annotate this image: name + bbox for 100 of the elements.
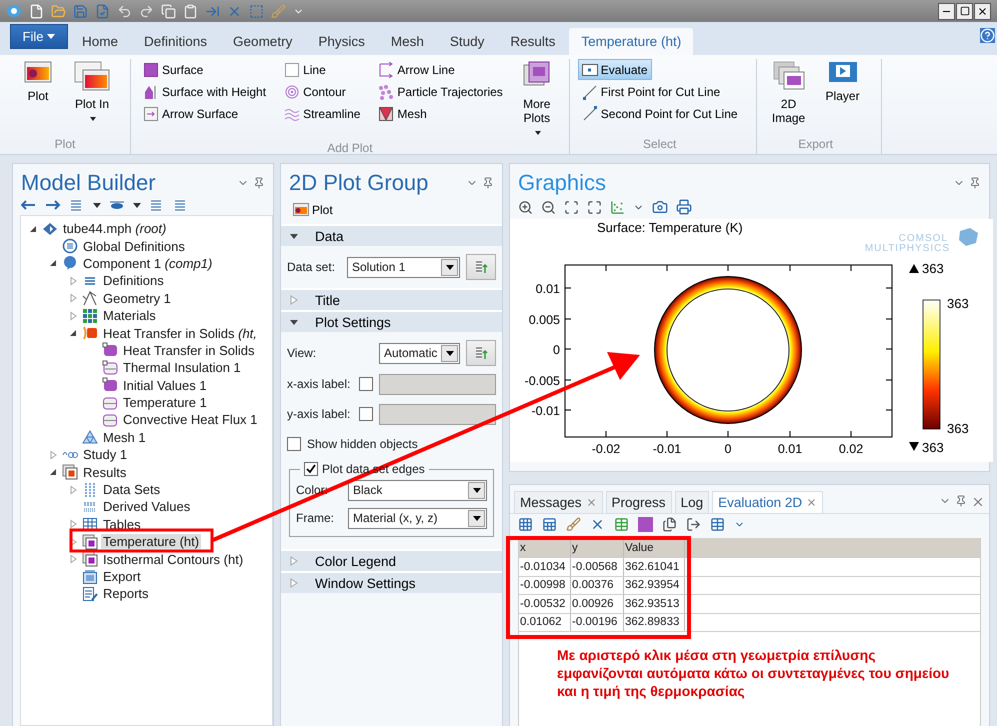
pin-icon[interactable]: [969, 177, 981, 189]
print-icon[interactable]: [676, 199, 692, 215]
close-icon[interactable]: [971, 495, 985, 509]
tree-item[interactable]: Export: [101, 569, 143, 584]
ribbon-tab[interactable]: Definitions: [132, 28, 220, 55]
dropdown-field[interactable]: Automatic: [379, 342, 460, 364]
tree-item[interactable]: Isothermal Contours (ht): [101, 552, 246, 567]
ribbon-button[interactable]: Line: [280, 59, 330, 80]
tree-item[interactable]: Mesh 1: [101, 430, 148, 445]
tree-item[interactable]: Component 1 (comp1): [81, 256, 214, 271]
back-arrow-icon[interactable]: [21, 199, 37, 211]
copy-icon[interactable]: [161, 4, 176, 18]
tree-item[interactable]: Derived Values: [101, 499, 192, 514]
file-menu-button[interactable]: File: [10, 24, 68, 49]
minimize-button[interactable]: [938, 2, 955, 20]
ribbon-tab[interactable]: Mesh: [378, 28, 436, 55]
copy-icon[interactable]: [662, 517, 677, 532]
zoom-box-icon[interactable]: [564, 200, 579, 214]
output-tab[interactable]: Messages: [514, 491, 603, 513]
plot-button[interactable]: Plot: [289, 199, 337, 220]
column-header[interactable]: y: [571, 538, 624, 557]
undo-icon[interactable]: [117, 4, 132, 18]
delete-icon[interactable]: [590, 517, 605, 532]
ribbon-button[interactable]: Surface: [139, 59, 208, 80]
ribbon-button[interactable]: Surface with Height: [139, 81, 270, 102]
ribbon-tab[interactable]: Physics: [306, 28, 377, 55]
tree-item[interactable]: Data Sets: [101, 482, 162, 498]
ribbon-button[interactable]: 2D Image: [764, 59, 813, 137]
tree-item[interactable]: Thermal Insulation 1: [121, 360, 243, 376]
new-file-icon[interactable]: [29, 4, 44, 18]
tree-item[interactable]: Heat Transfer in Solids: [121, 342, 257, 358]
brush-icon[interactable]: [566, 517, 581, 532]
table-icon[interactable]: [614, 517, 629, 532]
section-header[interactable]: Title: [281, 288, 502, 310]
tree-item[interactable]: Heat Transfer in Solids (ht,: [101, 326, 259, 341]
ribbon-tab[interactable]: Home: [70, 28, 130, 55]
tree-item[interactable]: tube44.mph (root): [61, 221, 168, 236]
section-header[interactable]: Data: [281, 224, 502, 246]
refresh-button[interactable]: [466, 254, 496, 280]
ribbon-button[interactable]: Particle Trajectories: [374, 81, 507, 102]
color-square-icon[interactable]: [638, 517, 653, 532]
forward-arrow-icon[interactable]: [45, 199, 61, 211]
checkbox[interactable]: [304, 462, 318, 476]
close-icon[interactable]: [806, 497, 818, 508]
ribbon-button[interactable]: More Plots: [512, 59, 561, 141]
ribbon-button[interactable]: Arrow Surface: [139, 103, 242, 124]
zoom-extents-icon[interactable]: [587, 200, 602, 214]
zoom-out-icon[interactable]: [541, 200, 556, 214]
output-tab[interactable]: Log: [674, 491, 710, 513]
open-folder-icon[interactable]: [51, 4, 66, 18]
ribbon-button[interactable]: Plot In: [68, 59, 116, 137]
export-icon[interactable]: [686, 517, 701, 532]
pin-icon[interactable]: [482, 177, 494, 189]
refresh-button[interactable]: [466, 340, 496, 366]
checkbox[interactable]: [359, 407, 373, 421]
tree-item[interactable]: Geometry 1: [101, 290, 173, 306]
table-icon[interactable]: [710, 517, 725, 532]
maximize-button[interactable]: [956, 2, 973, 20]
ribbon-button[interactable]: Evaluate: [578, 59, 652, 80]
section-header[interactable]: Plot Settings: [281, 310, 502, 332]
tree-item[interactable]: Global Definitions: [81, 238, 187, 254]
close-icon[interactable]: [586, 497, 597, 508]
camera-icon[interactable]: [652, 199, 668, 215]
dropdown-field[interactable]: Solution 1: [347, 256, 460, 278]
close-button[interactable]: [974, 2, 991, 20]
tree-item[interactable]: Temperature (ht): [101, 534, 202, 550]
ribbon-button[interactable]: Second Point for Cut Line: [578, 103, 742, 124]
checkbox[interactable]: [287, 437, 301, 451]
section-header[interactable]: Color Legend: [281, 549, 502, 571]
column-header[interactable]: Value: [624, 538, 685, 557]
ribbon-tab[interactable]: Temperature (ht): [569, 28, 694, 55]
ribbon-button[interactable]: Arrow Line: [374, 59, 459, 80]
tree-item[interactable]: Definitions: [101, 273, 166, 288]
ribbon-button[interactable]: Plot: [14, 59, 62, 137]
paste-icon[interactable]: [183, 4, 198, 18]
column-header[interactable]: x: [519, 538, 571, 557]
point-grid-icon[interactable]: [518, 517, 533, 532]
tree-item[interactable]: Study 1: [81, 447, 130, 462]
zoom-in-icon[interactable]: [518, 200, 533, 214]
ribbon-tab[interactable]: Geometry: [221, 28, 304, 55]
redo-icon[interactable]: [139, 4, 154, 18]
axis-icon[interactable]: [610, 200, 625, 214]
pin-icon[interactable]: [955, 495, 967, 507]
tree-item[interactable]: Convective Heat Flux 1: [121, 412, 260, 428]
ribbon-button[interactable]: Mesh: [374, 103, 431, 124]
ribbon-button[interactable]: Player: [818, 59, 867, 137]
dropdown-field[interactable]: Material (x, y, z): [348, 508, 487, 528]
output-tab[interactable]: Progress: [606, 491, 672, 513]
help-icon[interactable]: [980, 28, 995, 43]
ribbon-button[interactable]: Streamline: [280, 103, 364, 124]
tree-item[interactable]: Reports: [101, 586, 151, 602]
output-tab[interactable]: Evaluation 2D: [712, 491, 824, 513]
ribbon-tab[interactable]: Results: [498, 28, 568, 55]
ribbon-tab[interactable]: Study: [438, 28, 496, 55]
tree-item[interactable]: Temperature 1: [121, 395, 209, 410]
tree-item[interactable]: Initial Values 1: [121, 378, 209, 393]
tree-item[interactable]: Results: [81, 464, 128, 480]
dropdown-field[interactable]: Black: [348, 480, 487, 500]
ribbon-button[interactable]: First Point for Cut Line: [578, 81, 724, 102]
tree-item[interactable]: Materials: [101, 308, 158, 324]
